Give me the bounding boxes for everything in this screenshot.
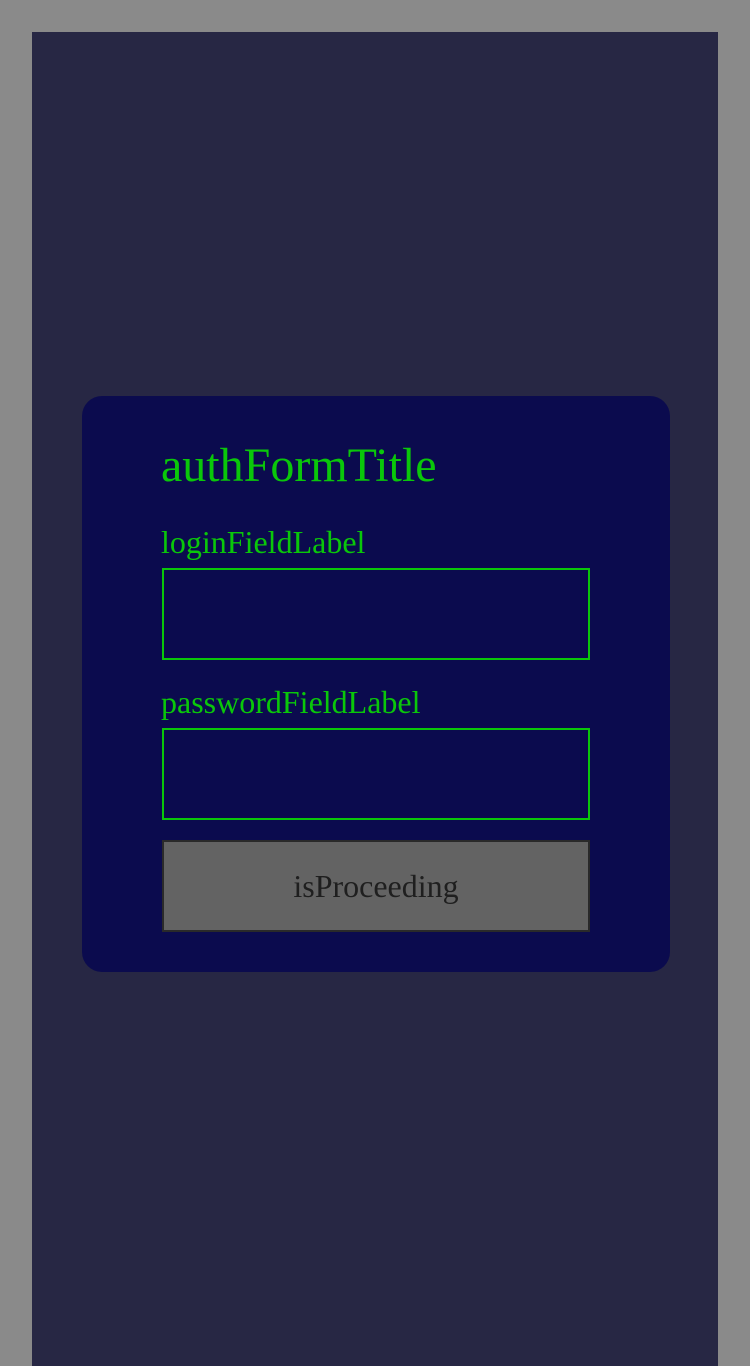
auth-form-card: authFormTitle loginFieldLabel passwordFi… [82,396,670,972]
app-shell: authFormTitle loginFieldLabel passwordFi… [32,32,718,1366]
submit-button[interactable]: isProceeding [162,840,590,932]
login-field-label: loginFieldLabel [161,524,366,560]
auth-form-title: authFormTitle [161,439,437,492]
password-input[interactable] [162,728,590,820]
password-field-label: passwordFieldLabel [161,684,421,720]
login-input[interactable] [162,568,590,660]
